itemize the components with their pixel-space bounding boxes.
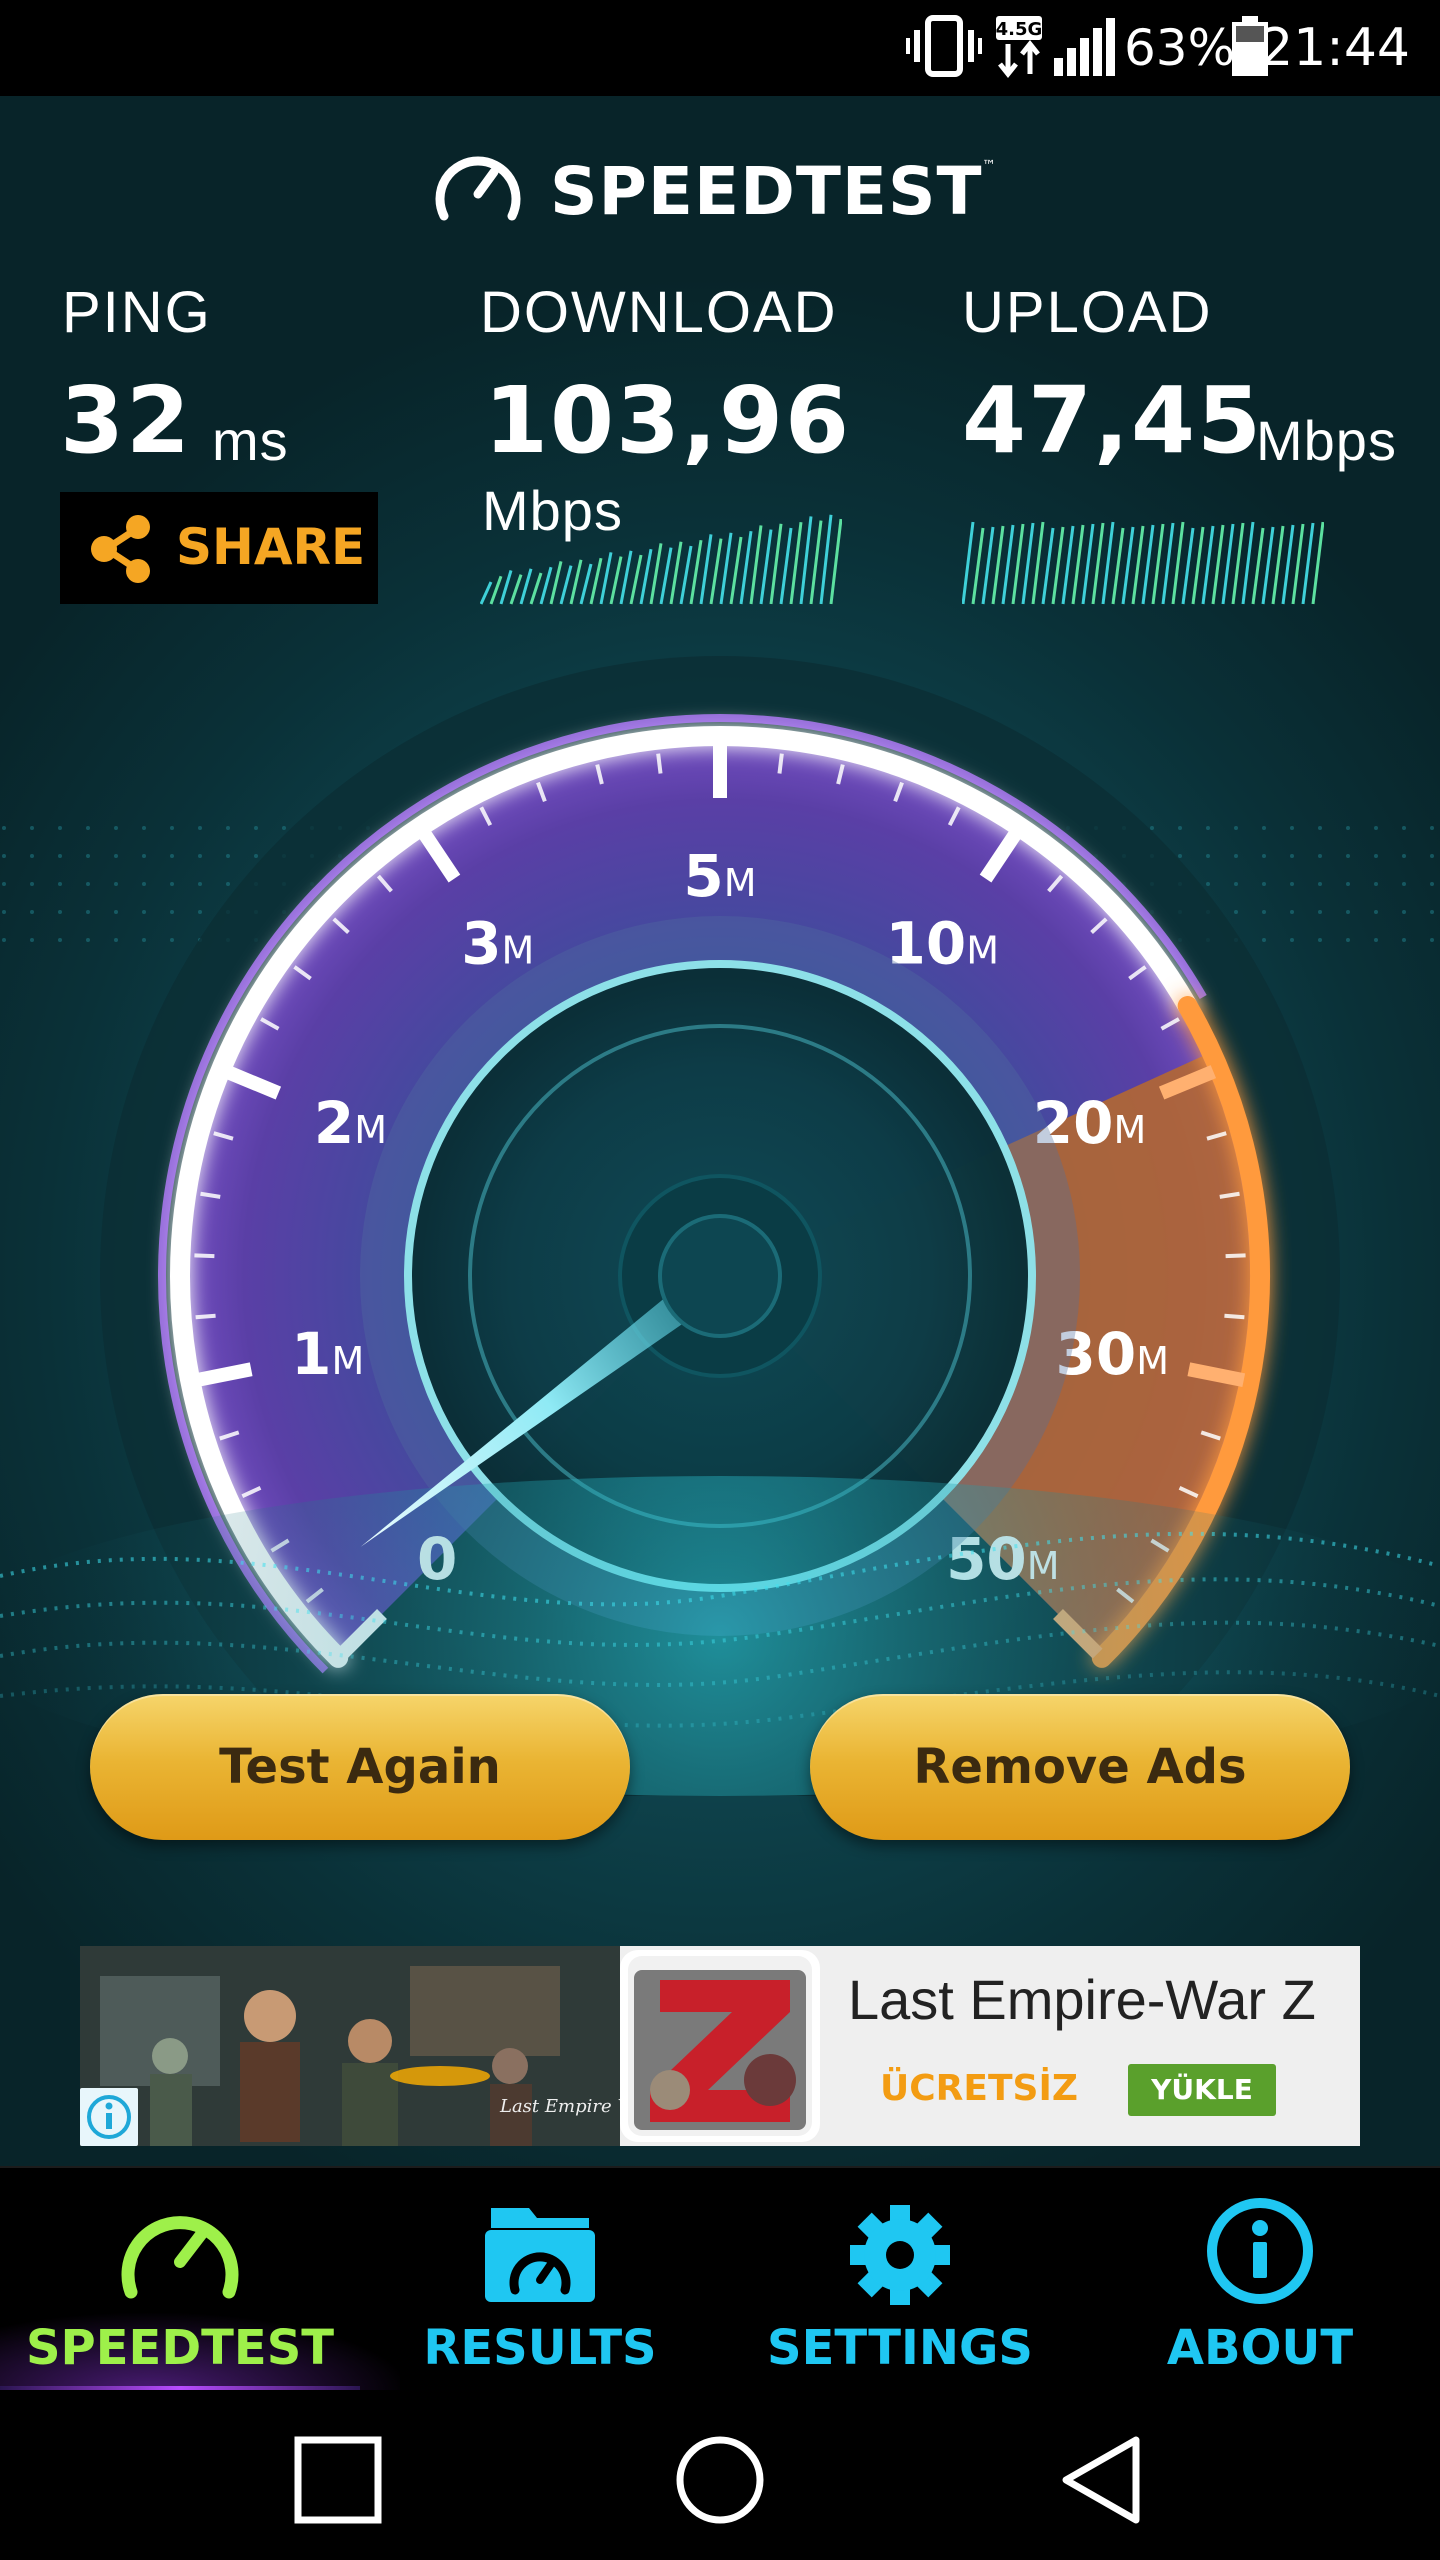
ad-art-caption: Last Empire War xyxy=(500,2096,620,2117)
signal-icon xyxy=(1054,18,1115,76)
ad-install-button[interactable]: YÜKLE xyxy=(1128,2064,1276,2116)
remove-ads-label: Remove Ads xyxy=(913,1739,1247,1795)
clock: 21:44 xyxy=(1260,18,1410,78)
ad-artwork: Last Empire War xyxy=(80,1946,620,2146)
ad-info-button[interactable] xyxy=(80,2088,138,2146)
logo-trademark: ™ xyxy=(982,158,996,174)
share-icon xyxy=(91,515,150,583)
vibrate-icon xyxy=(906,15,982,77)
ping-label: PING xyxy=(62,280,212,345)
info-circle-icon xyxy=(1207,2198,1313,2304)
home-button[interactable] xyxy=(670,2430,770,2530)
speedometer-icon xyxy=(121,2216,239,2299)
speedtest-logo: SPEEDTEST ™ xyxy=(430,146,1030,236)
info-icon xyxy=(87,2095,131,2139)
ad-install-label: YÜKLE xyxy=(1151,2073,1253,2106)
speedtest-app: SPEEDTEST ™ PING 32 ms SHARE DOWNLOAD 10… xyxy=(0,96,1440,2166)
test-again-label: Test Again xyxy=(219,1739,501,1795)
nav-item-settings[interactable]: SETTINGS xyxy=(720,2168,1080,2392)
ad-price-label: ÜCRETSİZ xyxy=(880,2068,1078,2109)
status-bar: 4.5G 63% 21:44 xyxy=(0,0,1440,96)
network-type-label: 4.5G xyxy=(996,19,1043,40)
bottom-nav: SPEEDTEST RESULTS SETTINGS ABOUT xyxy=(0,2166,1440,2392)
remove-ads-button[interactable]: Remove Ads xyxy=(810,1694,1350,1840)
system-nav-bar xyxy=(0,2390,1440,2560)
nav-item-about[interactable]: ABOUT xyxy=(1080,2168,1440,2392)
nav-label-settings: SETTINGS xyxy=(767,2320,1033,2376)
nav-label-about: ABOUT xyxy=(1166,2320,1354,2376)
nav-item-speedtest[interactable]: SPEEDTEST xyxy=(0,2168,360,2392)
gear-icon xyxy=(850,2205,950,2305)
folder-speedometer-icon xyxy=(485,2208,595,2302)
speedometer-logo-icon xyxy=(435,156,521,221)
download-label: DOWNLOAD xyxy=(480,280,838,345)
logo-text: SPEEDTEST xyxy=(550,153,983,230)
ping-value: 32 xyxy=(60,367,193,474)
ping-unit: ms xyxy=(212,409,289,472)
upload-sparkline xyxy=(962,521,1324,605)
download-value: 103,96 xyxy=(484,367,852,474)
data-transfer-icon: 4.5G xyxy=(996,16,1043,78)
nav-label-speedtest: SPEEDTEST xyxy=(25,2320,334,2376)
battery-percent: 63% xyxy=(1124,19,1236,77)
ad-app-icon xyxy=(620,1950,820,2142)
screen: 4.5G 63% 21:44 SPEEDTEST ™ PING 32 ms SH… xyxy=(0,0,1440,2560)
recents-button[interactable] xyxy=(288,2430,388,2530)
upload-unit: Mbps xyxy=(1256,409,1397,472)
upload-value: 47,45 xyxy=(962,367,1264,474)
test-again-button[interactable]: Test Again xyxy=(90,1694,630,1840)
share-button[interactable]: SHARE xyxy=(60,492,378,604)
upload-label: UPLOAD xyxy=(962,280,1213,345)
download-sparkline xyxy=(480,514,842,605)
ad-banner[interactable]: Last Empire War Last Empire-War Z xyxy=(80,1946,1360,2146)
nav-label-results: RESULTS xyxy=(423,2320,657,2376)
nav-item-results[interactable]: RESULTS xyxy=(360,2168,720,2392)
share-label: SHARE xyxy=(176,518,366,576)
back-button[interactable] xyxy=(1052,2430,1152,2530)
ad-title: Last Empire-War Z xyxy=(848,1968,1316,2031)
speed-gauge: 01M2M3M5M10M20M30M50M xyxy=(0,656,1440,1796)
